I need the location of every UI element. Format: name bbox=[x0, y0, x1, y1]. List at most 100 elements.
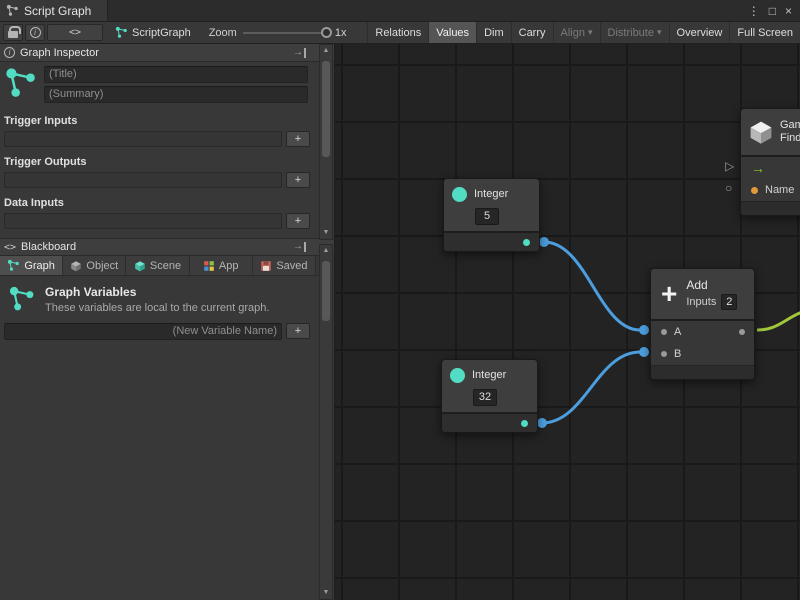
scroll-down-icon[interactable]: ▼ bbox=[320, 587, 332, 599]
tab-script-graph[interactable]: Script Graph bbox=[0, 0, 108, 21]
graph-meta: (Title) (Summary) bbox=[0, 62, 334, 107]
integer-value-field[interactable]: 5 bbox=[475, 208, 499, 225]
graph-variables-icon bbox=[8, 285, 36, 313]
tab-scene[interactable]: Scene bbox=[126, 256, 189, 275]
blackboard-scrollbar[interactable]: ▲ ▼ bbox=[319, 244, 333, 600]
integer-value-field[interactable]: 32 bbox=[473, 389, 497, 406]
value-port[interactable] bbox=[521, 420, 528, 427]
chevron-down-icon: ▾ bbox=[657, 27, 662, 38]
node-title: Integer bbox=[474, 188, 508, 200]
title-input[interactable]: (Title) bbox=[44, 66, 308, 83]
dock-arrow-icon[interactable]: → bbox=[293, 242, 306, 252]
distribute-button[interactable]: Distribute▾ bbox=[600, 22, 669, 43]
graph-name[interactable]: ScriptGraph bbox=[115, 26, 191, 39]
scene-icon bbox=[134, 260, 146, 272]
tab-object[interactable]: Object bbox=[63, 256, 126, 275]
info-icon: i bbox=[30, 27, 41, 38]
align-button[interactable]: Align▾ bbox=[553, 22, 600, 43]
port-row-b[interactable]: B bbox=[651, 343, 754, 365]
node-integer-5[interactable]: Integer 5 bbox=[443, 178, 540, 252]
node-title-line2: Find bbox=[780, 132, 800, 145]
inspect-button[interactable]: i bbox=[25, 24, 45, 41]
node-title: Add bbox=[686, 278, 737, 292]
edit-script-button[interactable]: <> bbox=[47, 24, 103, 41]
graph-inspector-header[interactable]: i Graph Inspector → bbox=[0, 44, 334, 62]
code-icon: <> bbox=[4, 242, 16, 253]
port-row-a[interactable]: A bbox=[651, 321, 754, 343]
relations-button[interactable]: Relations bbox=[367, 22, 428, 43]
close-icon[interactable]: × bbox=[785, 4, 792, 18]
node-add[interactable]: + Add Inputs 2 A B bbox=[650, 268, 755, 380]
port-dot-output[interactable] bbox=[537, 418, 547, 428]
wire-add-output bbox=[757, 311, 800, 330]
port-dot-output[interactable] bbox=[539, 237, 549, 247]
fullscreen-button[interactable]: Full Screen bbox=[729, 22, 800, 43]
port-b-label: B bbox=[674, 348, 681, 360]
lock-button[interactable] bbox=[3, 24, 23, 41]
scroll-up-icon[interactable]: ▲ bbox=[320, 245, 332, 257]
trigger-outputs-label: Trigger Outputs bbox=[0, 148, 334, 171]
port-dot-input-b[interactable] bbox=[639, 347, 649, 357]
window-menu-icon[interactable]: ⋮ bbox=[748, 4, 760, 18]
node-title-line1: Game bbox=[780, 119, 800, 132]
summary-input[interactable]: (Summary) bbox=[44, 86, 308, 103]
integer-type-icon bbox=[450, 368, 465, 383]
node-footer bbox=[741, 201, 800, 215]
blackboard-header[interactable]: <> Blackboard → bbox=[0, 238, 334, 256]
add-data-input-button[interactable]: + bbox=[286, 213, 310, 229]
scrollbar-track[interactable] bbox=[320, 57, 332, 227]
value-output-port-icon[interactable]: ○ bbox=[725, 181, 732, 195]
integer-type-icon bbox=[452, 187, 467, 202]
node-integer-32[interactable]: Integer 32 bbox=[441, 359, 538, 433]
wire-integer32-to-b bbox=[542, 352, 640, 423]
zoom-label: Zoom bbox=[209, 27, 237, 39]
add-trigger-input-button[interactable]: + bbox=[286, 131, 310, 147]
port-dot-input-a[interactable] bbox=[639, 325, 649, 335]
trigger-inputs-label: Trigger Inputs bbox=[0, 107, 334, 130]
data-inputs-label: Data Inputs bbox=[0, 189, 334, 212]
dock-arrow-icon[interactable]: → bbox=[293, 48, 306, 58]
graph-canvas[interactable]: Integer 5 Integer 32 + Add Inputs 2 bbox=[335, 44, 800, 600]
value-port[interactable] bbox=[523, 239, 530, 246]
dim-button[interactable]: Dim bbox=[476, 22, 511, 43]
new-variable-input[interactable]: (New Variable Name) bbox=[4, 323, 282, 340]
input-port-a[interactable] bbox=[661, 329, 667, 335]
flow-port-row[interactable]: → bbox=[741, 157, 800, 179]
flow-arrow-icon: → bbox=[751, 160, 765, 176]
output-port-sum[interactable] bbox=[739, 329, 745, 335]
blackboard-tabs: Graph Object Scene App Saved bbox=[0, 256, 334, 276]
tab-saved[interactable]: Saved bbox=[253, 256, 316, 275]
carry-button[interactable]: Carry bbox=[511, 22, 553, 43]
scrollbar-thumb[interactable] bbox=[322, 61, 330, 157]
maximize-icon[interactable]: □ bbox=[769, 4, 776, 18]
tab-app[interactable]: App bbox=[190, 256, 253, 275]
graph-icon bbox=[7, 259, 20, 272]
scroll-down-icon[interactable]: ▼ bbox=[320, 227, 332, 239]
values-button[interactable]: Values bbox=[428, 22, 476, 43]
control-input-port-icon[interactable]: ▷ bbox=[725, 159, 734, 173]
inputs-count-field[interactable]: 2 bbox=[721, 294, 737, 310]
add-trigger-output-button[interactable]: + bbox=[286, 172, 310, 188]
add-icon: + bbox=[661, 280, 677, 308]
blackboard-title: Blackboard bbox=[21, 241, 76, 253]
scrollbar-track[interactable] bbox=[320, 257, 332, 587]
input-port-b[interactable] bbox=[661, 351, 667, 357]
string-port-dot[interactable] bbox=[751, 187, 758, 194]
scrollbar-thumb[interactable] bbox=[322, 261, 330, 321]
overview-button[interactable]: Overview bbox=[669, 22, 730, 43]
inspector-scrollbar[interactable]: ▲ ▼ bbox=[319, 44, 333, 240]
data-inputs-list: + bbox=[4, 213, 330, 229]
graph-toolbar: i <> ScriptGraph Zoom 1x Relations Value… bbox=[0, 22, 800, 44]
window-controls: ⋮ □ × bbox=[748, 0, 800, 21]
app-grid-icon bbox=[203, 260, 215, 272]
node-gameobject-find[interactable]: Game Find → Name bbox=[740, 108, 800, 216]
script-graph-icon bbox=[6, 4, 19, 17]
inputs-label: Inputs bbox=[686, 296, 716, 308]
tab-graph[interactable]: Graph bbox=[0, 256, 63, 275]
zoom-slider-knob[interactable] bbox=[321, 27, 332, 38]
scroll-up-icon[interactable]: ▲ bbox=[320, 45, 332, 57]
graph-variables-subtitle: These variables are local to the current… bbox=[45, 302, 269, 314]
zoom-slider[interactable] bbox=[243, 32, 329, 34]
name-port-row[interactable]: Name bbox=[741, 179, 800, 201]
add-variable-button[interactable]: + bbox=[286, 323, 310, 339]
